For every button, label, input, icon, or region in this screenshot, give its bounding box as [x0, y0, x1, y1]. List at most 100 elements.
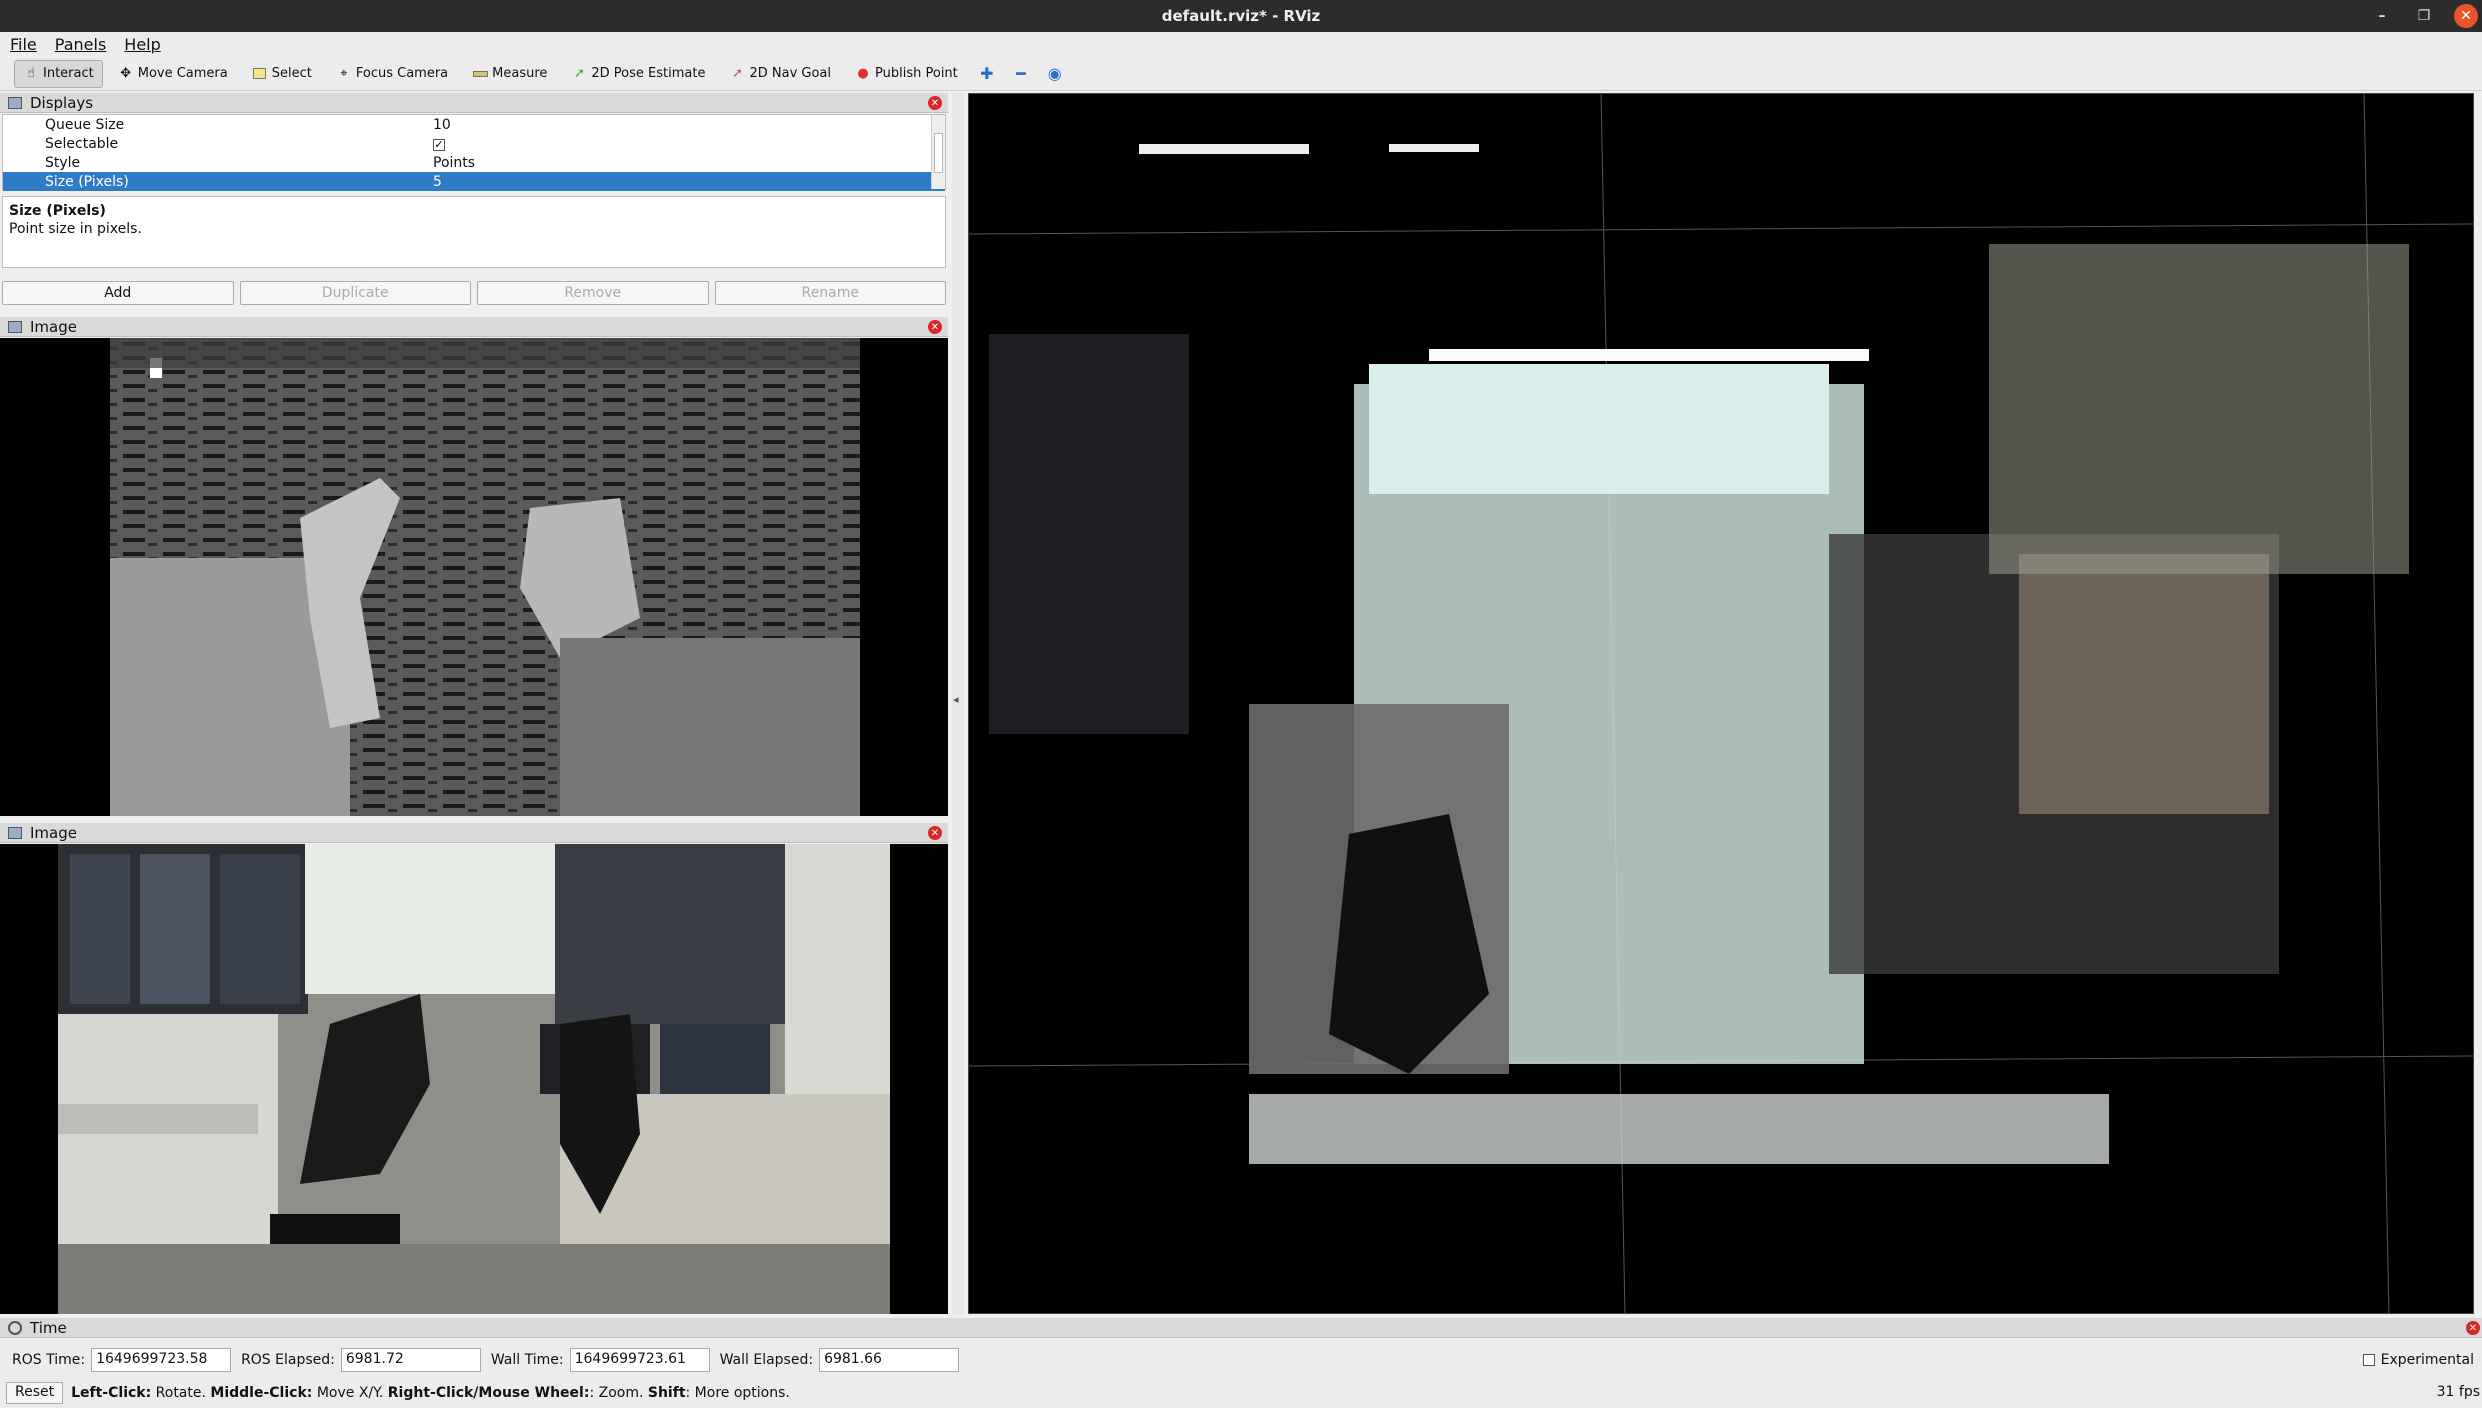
duplicate-button[interactable]: Duplicate — [239, 281, 471, 305]
hand-icon: ☝ — [27, 66, 35, 81]
add-tool-icon[interactable]: ✚ — [973, 60, 1001, 88]
minimize-icon[interactable]: – — [2370, 4, 2394, 28]
time-fields: ROS Time: 1649699723.58 ROS Elapsed: 698… — [12, 1348, 960, 1372]
collapse-arrow-icon[interactable]: ◂ — [953, 693, 959, 706]
experimental-label: Experimental — [2380, 1352, 2474, 1368]
close-panel-icon[interactable]: ✕ — [928, 96, 942, 110]
hint-key: Middle-Click: — [210, 1385, 313, 1401]
interact-tool-button[interactable]: ☝ Interact — [14, 59, 103, 88]
image-panel-header: Image ✕ — [0, 823, 948, 843]
3d-viewport[interactable] — [968, 93, 2474, 1314]
camera-type-icon[interactable]: ◉ — [1041, 60, 1069, 88]
image-panel-title: Image — [30, 317, 77, 336]
fps-counter: 31 fps — [2436, 1384, 2480, 1400]
camera-image — [0, 844, 948, 1314]
description-text: Point size in pixels. — [9, 221, 142, 237]
experimental-checkbox[interactable] — [2362, 1354, 2375, 1366]
select-icon — [252, 66, 268, 82]
focus-camera-tool-button[interactable]: ⌖ Focus Camera — [327, 60, 457, 88]
focus-camera-label: Focus Camera — [355, 66, 449, 81]
wall-time-label: Wall Time: — [490, 1352, 564, 1368]
displays-title: Displays — [30, 93, 94, 112]
pose-estimate-tool-button[interactable]: ➚ 2D Pose Estimate — [562, 60, 714, 88]
ros-time-label: ROS Time: — [12, 1352, 86, 1368]
hint-desc: : Zoom. — [589, 1385, 644, 1401]
experimental-toggle[interactable]: Experimental — [2362, 1352, 2474, 1368]
window-title: default.rviz* - RViz — [1161, 7, 1321, 25]
menu-help[interactable]: Help — [124, 35, 160, 54]
scrollbar-thumb[interactable] — [934, 133, 943, 173]
property-key: Selectable — [45, 135, 119, 152]
remove-button[interactable]: Remove — [477, 281, 709, 305]
hint-key: Left-Click: — [71, 1385, 152, 1401]
property-row[interactable]: Queue Size 10 — [3, 115, 945, 134]
menu-panels[interactable]: Panels — [55, 35, 107, 54]
image-icon — [8, 826, 22, 839]
property-description: Size (Pixels) Point size in pixels. — [2, 196, 946, 268]
hint-key: Right-Click/Mouse Wheel: — [387, 1385, 590, 1401]
rename-button[interactable]: Rename — [714, 281, 946, 305]
move-camera-tool-button[interactable]: ✥ Move Camera — [109, 60, 237, 88]
image-panel-title: Image — [30, 823, 77, 842]
select-tool-button[interactable]: Select — [243, 60, 321, 88]
map-pin-icon: ● — [857, 66, 869, 81]
time-panel-header: Time ✕ — [0, 1318, 2482, 1338]
toolbar: ☝ Interact ✥ Move Camera Select ⌖ Focus … — [0, 57, 2482, 91]
hint-desc: Move X/Y. — [316, 1385, 384, 1401]
close-icon[interactable]: ✕ — [2454, 4, 2478, 28]
property-row[interactable]: Style Points — [3, 153, 945, 172]
description-title: Size (Pixels) — [9, 203, 106, 219]
close-panel-icon[interactable]: ✕ — [928, 826, 942, 840]
menu-file[interactable]: File — [10, 35, 37, 54]
image-panel-header: Image ✕ — [0, 317, 948, 337]
property-value[interactable]: Points — [433, 155, 945, 171]
wall-elapsed-field[interactable]: 6981.66 — [819, 1348, 960, 1372]
hint-key: Shift — [647, 1385, 686, 1401]
move-icon: ✥ — [120, 66, 132, 81]
property-key: Queue Size — [45, 116, 125, 133]
dock-splitter[interactable]: ◂ — [952, 93, 964, 1315]
depth-image — [0, 338, 948, 816]
pink-arrow-icon: ➚ — [732, 66, 743, 81]
property-scrollbar[interactable] — [931, 115, 945, 189]
menu-bar: File Panels Help — [0, 32, 2482, 56]
move-camera-label: Move Camera — [137, 66, 228, 81]
property-value[interactable]: 10 — [433, 117, 945, 133]
remove-tool-icon[interactable]: ━ — [1007, 60, 1035, 88]
ros-elapsed-label: ROS Elapsed: — [241, 1352, 335, 1368]
time-panel-title: Time — [30, 1318, 67, 1337]
property-tree: Queue Size 10 Selectable ✓ Style Points … — [2, 114, 946, 191]
wall-elapsed-label: Wall Elapsed: — [719, 1352, 814, 1368]
clock-icon — [8, 1320, 22, 1335]
property-row[interactable]: Selectable ✓ — [3, 134, 945, 153]
monitor-icon — [8, 96, 22, 109]
reset-button[interactable]: Reset — [6, 1382, 64, 1404]
close-panel-icon[interactable]: ✕ — [2466, 1321, 2480, 1335]
ros-elapsed-field[interactable]: 6981.72 — [340, 1348, 481, 1372]
measure-tool-button[interactable]: Measure — [463, 60, 556, 88]
close-panel-icon[interactable]: ✕ — [928, 320, 942, 334]
nav-goal-label: 2D Nav Goal — [749, 66, 832, 81]
property-value[interactable]: 5 — [433, 174, 945, 190]
pose-estimate-label: 2D Pose Estimate — [591, 66, 706, 81]
title-bar: default.rviz* - RViz – ❐ ✕ — [0, 0, 2482, 32]
wall-time-field[interactable]: 1649699723.61 — [569, 1348, 710, 1372]
hint-desc: Rotate. — [155, 1385, 206, 1401]
property-row-selected[interactable]: Size (Pixels) 5 — [3, 172, 945, 191]
nav-goal-tool-button[interactable]: ➚ 2D Nav Goal — [720, 60, 840, 88]
depth-image-panel: Image ✕ — [0, 317, 948, 817]
ros-time-field[interactable]: 1649699723.58 — [91, 1348, 232, 1372]
status-bar: Reset Left-Click: Rotate. Middle-Click: … — [6, 1382, 790, 1404]
publish-point-tool-button[interactable]: ● Publish Point — [846, 60, 967, 88]
ruler-icon — [472, 66, 488, 82]
maximize-icon[interactable]: ❐ — [2412, 4, 2436, 28]
selectable-checkbox[interactable]: ✓ — [433, 138, 445, 151]
property-value[interactable]: ✓ — [433, 136, 945, 152]
time-panel: Time ✕ ROS Time: 1649699723.58 ROS Elaps… — [0, 1318, 2482, 1408]
image-icon — [8, 320, 22, 333]
interact-label: Interact — [43, 66, 94, 81]
measure-label: Measure — [492, 66, 548, 81]
green-arrow-icon: ➚ — [573, 66, 585, 81]
displays-panel-header: Displays ✕ — [0, 93, 948, 113]
add-button[interactable]: Add — [2, 281, 234, 305]
